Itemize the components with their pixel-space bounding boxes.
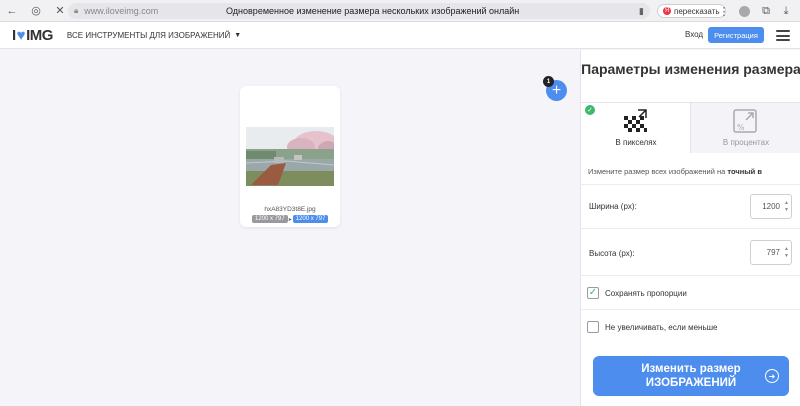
file-count-badge: 1 xyxy=(543,76,554,87)
logo-text-right: IMG xyxy=(26,26,53,44)
divider xyxy=(581,275,800,276)
divider xyxy=(581,309,800,310)
hint-bold: точный в xyxy=(727,167,762,176)
retell-label: пересказать xyxy=(674,6,720,16)
height-label: Высота (px): xyxy=(589,249,635,258)
file-card[interactable]: hxA83YD3t8E.jpg 1200 x 797 ▸ 1200 x 797 xyxy=(240,86,340,227)
back-arrow-icon[interactable]: ← xyxy=(4,3,20,19)
logo-text-left: I xyxy=(12,26,16,44)
pixels-icon xyxy=(624,109,647,132)
resize-mode-tabs: ✓ В пикселях % В процентах xyxy=(581,102,800,153)
resize-images-button[interactable]: Изменить размер ИЗОБРАЖЕНИЙ ➜ xyxy=(593,356,789,396)
browser-toolbar: ← ◎ ✕ 🔒︎ www.iloveimg.com Одновременное … xyxy=(0,0,800,22)
site-header: I ♥ IMG ВСЕ ИНСТРУМЕНТЫ ДЛЯ ИЗОБРАЖЕНИЙ … xyxy=(0,22,800,49)
no-enlarge-label: Не увеличивать, если меньше xyxy=(605,322,718,332)
menu-dots-icon[interactable]: ⋮ xyxy=(716,3,732,19)
height-stepper[interactable]: ▲ ▼ xyxy=(784,246,789,260)
lock-icon: 🔒︎ xyxy=(74,6,79,15)
address-bar[interactable]: 🔒︎ www.iloveimg.com Одновременное измене… xyxy=(68,3,650,19)
arrow-right-circle-icon: ➜ xyxy=(765,369,779,383)
tab-title: Одновременное изменение размера нескольк… xyxy=(226,6,520,16)
divider xyxy=(581,228,800,229)
check-icon: ✓ xyxy=(585,105,595,115)
address-url: www.iloveimg.com xyxy=(84,6,159,16)
download-icon[interactable]: ⤓ xyxy=(778,3,794,19)
heart-icon: ♥ xyxy=(16,26,26,44)
resize-hint: Измените размер всех изображений на точн… xyxy=(588,167,762,176)
width-value: 1200 xyxy=(762,202,780,211)
tab-pixels[interactable]: ✓ В пикселях xyxy=(581,103,691,153)
image-thumbnail xyxy=(246,127,334,186)
close-icon[interactable]: ✕ xyxy=(52,3,68,19)
signup-button[interactable]: Регистрация xyxy=(708,27,764,43)
workspace: hxA83YD3t8E.jpg 1200 x 797 ▸ 1200 x 797 … xyxy=(0,50,580,406)
keep-ratio-label: Сохранять пропорции xyxy=(605,288,687,298)
tab-pixels-label: В пикселях xyxy=(615,138,657,147)
shield-icon[interactable]: ◎ xyxy=(28,3,44,19)
hamburger-menu-icon[interactable] xyxy=(776,30,790,41)
hint-text: Измените размер всех изображений на xyxy=(588,167,726,176)
login-link[interactable]: Вход xyxy=(685,30,703,39)
all-tools-menu[interactable]: ВСЕ ИНСТРУМЕНТЫ ДЛЯ ИЗОБРАЖЕНИЙ ▼ xyxy=(67,31,241,40)
size-badges: 1200 x 797 ▸ 1200 x 797 xyxy=(252,215,329,223)
no-enlarge-option[interactable]: Не увеличивать, если меньше xyxy=(587,321,718,333)
caret-down-icon: ▼ xyxy=(234,31,242,39)
file-name: hxA83YD3t8E.jpg xyxy=(264,206,316,213)
divider xyxy=(581,184,800,185)
height-input[interactable]: 797 ▲ ▼ xyxy=(750,240,792,265)
resize-button-label: Изменить размер ИЗОБРАЖЕНИЙ xyxy=(641,363,741,389)
percent-icon: % xyxy=(733,109,757,133)
tab-percent[interactable]: % В процентах xyxy=(691,103,800,153)
resize-options-panel: Параметры изменения размера ✓ В пикселях xyxy=(580,50,800,406)
width-label: Ширина (px): xyxy=(589,202,637,211)
yandex-icon: Я xyxy=(663,7,671,15)
arrow-right-icon: ▸ xyxy=(288,216,292,223)
original-size-badge: 1200 x 797 xyxy=(252,215,288,223)
svg-text:%: % xyxy=(737,123,745,132)
keep-ratio-checkbox[interactable]: ✓ xyxy=(587,287,599,299)
new-size-badge: 1200 x 797 xyxy=(292,215,329,223)
bookmark-icon[interactable]: ▮ xyxy=(639,6,644,17)
panel-title: Параметры изменения размера xyxy=(581,61,800,77)
iloveimg-logo[interactable]: I ♥ IMG xyxy=(12,27,53,44)
height-value: 797 xyxy=(766,248,780,257)
no-enlarge-checkbox[interactable] xyxy=(587,321,599,333)
extensions-icon[interactable]: ⧉ xyxy=(758,3,774,19)
width-stepper[interactable]: ▲ ▼ xyxy=(784,200,789,214)
tab-percent-label: В процентах xyxy=(722,138,770,147)
width-input[interactable]: 1200 ▲ ▼ xyxy=(750,194,792,219)
keep-ratio-option[interactable]: ✓ Сохранять пропорции xyxy=(587,287,687,299)
all-tools-label: ВСЕ ИНСТРУМЕНТЫ ДЛЯ ИЗОБРАЖЕНИЙ xyxy=(66,30,231,40)
checkmark-icon: ✓ xyxy=(588,287,598,298)
profile-icon[interactable] xyxy=(736,3,752,19)
